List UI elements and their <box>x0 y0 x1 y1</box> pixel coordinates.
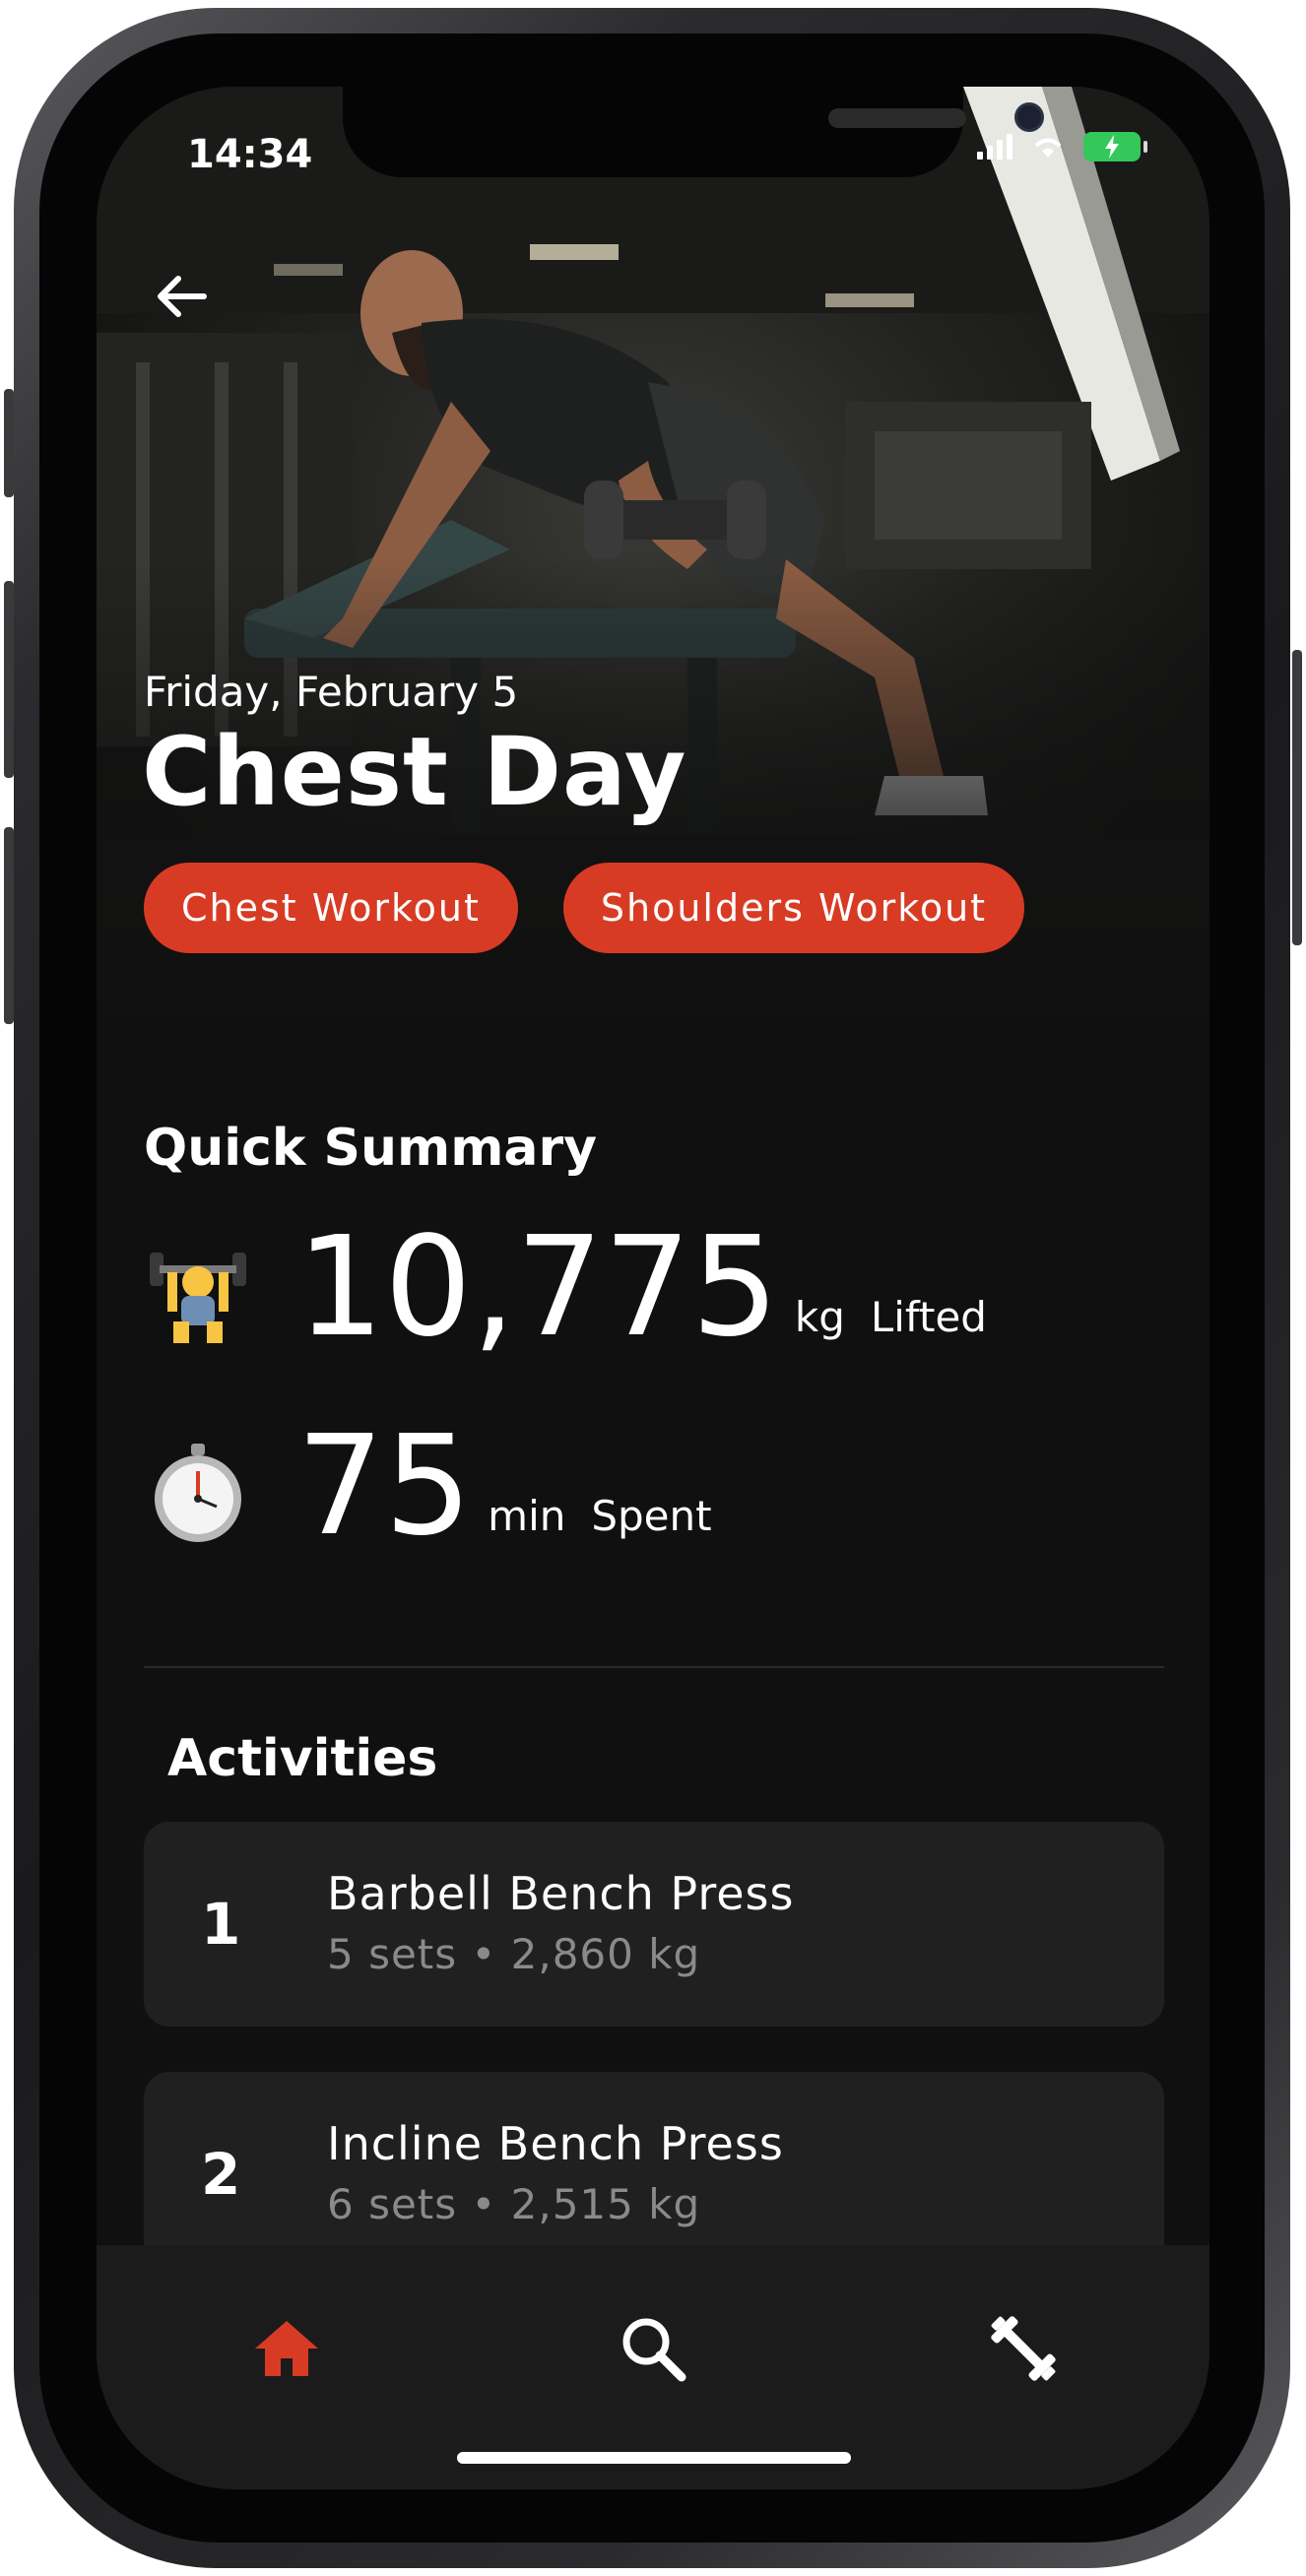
summary-lifted: 10,775 kg Lifted <box>144 1207 987 1368</box>
activity-name: Barbell Bench Press <box>327 1867 795 1920</box>
home-indicator <box>457 2452 851 2464</box>
signal-icon <box>977 134 1012 160</box>
status-time: 14:34 <box>187 132 313 177</box>
workout-tags: Chest Workout Shoulders Workout <box>144 863 1025 953</box>
battery-icon <box>1083 132 1147 161</box>
tag-chest-workout[interactable]: Chest Workout <box>144 863 518 953</box>
activity-meta: 5 sets • 2,860 kg <box>327 1930 701 1978</box>
tab-search[interactable] <box>609 2304 697 2393</box>
tab-workouts[interactable] <box>979 2304 1068 2393</box>
summary-time: 75 min Spent <box>144 1406 712 1567</box>
lifted-label: Lifted <box>870 1293 987 1341</box>
section-divider <box>144 1666 1164 1668</box>
power-button <box>1292 650 1302 945</box>
tab-home[interactable] <box>242 2304 331 2393</box>
summary-title: Quick Summary <box>144 1119 598 1178</box>
activity-number: 2 <box>201 2141 241 2208</box>
mute-switch <box>4 389 14 497</box>
time-value: 75 <box>296 1406 473 1567</box>
app-screen: 14:34 Friday, February 5 Chest Day Chest… <box>97 87 1209 2489</box>
page-title: Chest Day <box>142 717 687 827</box>
workout-date: Friday, February 5 <box>144 668 519 716</box>
stopwatch-icon <box>144 1438 252 1546</box>
lifted-unit: kg <box>794 1293 845 1341</box>
device-notch <box>343 87 1044 177</box>
wifi-icon <box>1034 138 1062 158</box>
volume-up-button <box>4 581 14 778</box>
volume-down-button <box>4 827 14 1024</box>
bottom-tab-bar <box>97 2245 1209 2489</box>
time-label: Spent <box>591 1492 712 1540</box>
activity-card[interactable]: 1 Barbell Bench Press 5 sets • 2,860 kg <box>144 1822 1164 2027</box>
activity-meta: 6 sets • 2,515 kg <box>327 2180 701 2228</box>
home-icon <box>255 2321 318 2376</box>
lifted-value: 10,775 <box>296 1207 779 1368</box>
time-unit: min <box>488 1492 566 1540</box>
activity-name: Incline Bench Press <box>327 2117 784 2170</box>
tag-shoulders-workout[interactable]: Shoulders Workout <box>562 863 1025 953</box>
charging-bolt-icon <box>1105 135 1119 159</box>
search-icon <box>622 2318 686 2382</box>
activity-number: 1 <box>201 1891 241 1958</box>
arrow-left-icon <box>158 276 207 317</box>
back-button[interactable] <box>148 262 217 331</box>
dumbbell-icon <box>991 2316 1056 2381</box>
activities-title: Activities <box>167 1729 438 1788</box>
weightlifter-icon <box>144 1239 252 1347</box>
status-icons <box>977 132 1147 161</box>
